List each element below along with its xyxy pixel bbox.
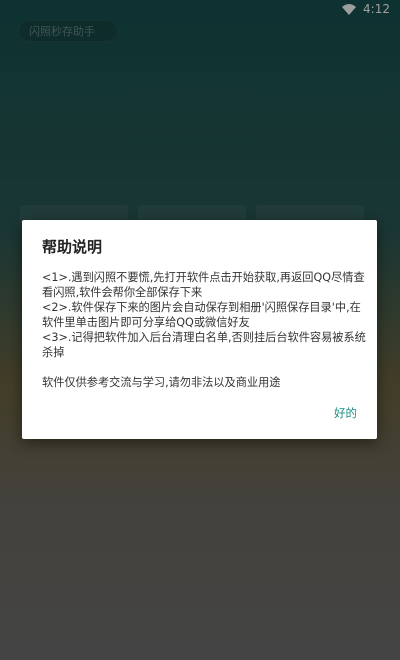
dialog-body: <1>.遇到闪照不要慌,先打开软件点击开始获取,再返回QQ尽情查看闪照,软件会帮… xyxy=(42,270,367,360)
help-item: <3>.记得把软件加入后台清理白名单,否则挂后台软件容易被系统杀掉 xyxy=(42,331,366,359)
help-item: <2>.软件保存下来的图片会自动保存到相册'闪照保存目录'中,在软件里单击图片即… xyxy=(42,301,361,329)
ok-button[interactable]: 好的 xyxy=(334,405,357,421)
dialog-title: 帮助说明 xyxy=(42,238,103,256)
help-item: <1>.遇到闪照不要慌,先打开软件点击开始获取,再返回QQ尽情查看闪照,软件会帮… xyxy=(42,271,365,299)
help-dialog: 帮助说明 <1>.遇到闪照不要慌,先打开软件点击开始获取,再返回QQ尽情查看闪照… xyxy=(22,220,377,439)
dialog-note: 软件仅供参考交流与学习,请勿非法以及商业用途 xyxy=(42,376,281,389)
